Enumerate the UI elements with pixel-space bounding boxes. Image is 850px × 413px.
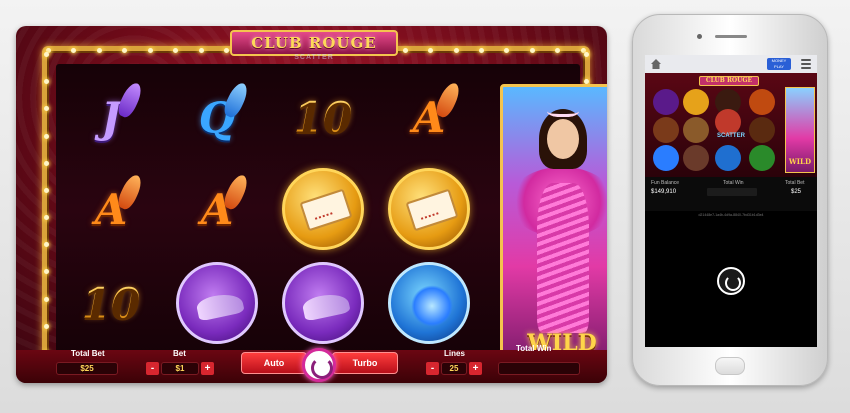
mobile-symbol — [653, 117, 679, 143]
auto-button[interactable]: Auto — [241, 352, 307, 374]
reel-area: J Q 10 A A A 10 WILD — [56, 64, 607, 366]
symbol-ticket-coin — [384, 164, 474, 254]
lines-increase-button[interactable]: + — [469, 362, 482, 375]
logo-subtitle: SCATTER — [294, 54, 334, 61]
symbol-shoe-disc — [278, 258, 368, 348]
turbo-button[interactable]: Turbo — [332, 352, 398, 374]
mobile-symbol — [749, 145, 775, 171]
shoe-icon — [301, 290, 351, 322]
symbol-ticket-coin — [278, 164, 368, 254]
mobile-phone-frame: MONEY PLAY CLUB ROUGE SCATTER WILD Fun B… — [632, 14, 828, 386]
mobile-symbol — [749, 117, 775, 143]
symbol-10: 10 — [66, 258, 156, 348]
mobile-symbol — [653, 89, 679, 115]
lines-value: 25 — [441, 362, 467, 375]
gold-coin — [282, 168, 364, 250]
showgirl-face — [547, 119, 579, 159]
symbol-label: J — [101, 92, 121, 142]
bet-value: $1 — [161, 362, 199, 375]
wild-symbol-column: WILD — [500, 84, 607, 366]
round-id: d21448e7-1a4b-4d9a-8840-7bd31b1d3e4 — [698, 213, 764, 217]
total-bet-label: Total Bet — [71, 349, 105, 358]
tiara-icon — [547, 103, 579, 117]
symbol-a: A — [66, 164, 156, 254]
symbol-j: J — [66, 72, 156, 162]
spin-button[interactable] — [302, 348, 336, 382]
symbol-feather-disc — [384, 258, 474, 348]
violet-disc — [282, 262, 364, 344]
menu-icon[interactable] — [801, 59, 811, 69]
symbol-10: 10 — [278, 72, 368, 162]
fun-balance-value: $149,910 — [651, 189, 677, 195]
mobile-symbol — [683, 89, 709, 115]
camera-icon — [697, 34, 702, 39]
total-win-label: Total Win — [516, 344, 552, 353]
mobile-total-bet-value: $25 — [791, 189, 802, 195]
mobile-total-win-field — [707, 188, 757, 196]
bet-increase-button[interactable]: + — [201, 362, 214, 375]
lines-label: Lines — [444, 349, 465, 358]
total-bet-value: $25 — [56, 362, 118, 375]
symbol-shoe-disc — [172, 258, 262, 348]
symbol-label: 10 — [81, 278, 141, 328]
game-logo: CLUB ROUGE — [230, 30, 398, 56]
gold-coin — [388, 168, 470, 250]
shoe-icon — [195, 290, 245, 322]
mobile-symbol — [749, 89, 775, 115]
mobile-wild-label: WILD — [788, 157, 812, 166]
mobile-stats-bar: Fun Balance $149,910 Total Win Total Bet… — [645, 177, 817, 211]
fun-balance-label: Fun Balance — [651, 180, 680, 186]
symbol-a: A — [384, 72, 474, 162]
ticket-icon — [299, 188, 353, 232]
showgirl-dress — [537, 183, 589, 333]
mobile-symbol — [653, 145, 679, 171]
mobile-symbol — [683, 117, 709, 143]
bet-decrease-button[interactable]: - — [146, 362, 159, 375]
mobile-screen: MONEY PLAY CLUB ROUGE SCATTER WILD Fun B… — [645, 55, 817, 347]
feather-fan-icon — [411, 285, 453, 327]
total-win-value — [498, 362, 580, 375]
ticket-icon — [405, 188, 459, 232]
bet-label: Bet — [173, 349, 186, 358]
lines-decrease-button[interactable]: - — [426, 362, 439, 375]
mobile-top-bar: MONEY PLAY — [645, 55, 817, 73]
cyan-disc — [388, 262, 470, 344]
mobile-symbol — [715, 109, 741, 135]
marquee-lights-left — [44, 52, 49, 356]
symbol-q: Q — [172, 72, 262, 162]
phone-home-button[interactable] — [715, 357, 745, 375]
mobile-spin-button[interactable] — [717, 267, 745, 295]
speaker-grille — [715, 35, 747, 38]
money-play-button[interactable]: MONEY PLAY — [767, 58, 791, 70]
mobile-scatter-label: SCATTER — [717, 133, 745, 139]
mobile-symbol — [715, 145, 741, 171]
symbol-label: 10 — [293, 92, 353, 142]
symbol-a: A — [172, 164, 262, 254]
mobile-game-area: CLUB ROUGE SCATTER WILD — [645, 73, 817, 177]
mobile-total-win-label: Total Win — [723, 180, 744, 186]
mobile-symbol — [683, 145, 709, 171]
mobile-logo: CLUB ROUGE — [699, 76, 759, 86]
home-icon[interactable] — [651, 59, 661, 69]
violet-disc — [176, 262, 258, 344]
desktop-game-window: J Q 10 A A A 10 WILD CLUB ROUGE SCATTER … — [16, 26, 607, 383]
mobile-total-bet-label: Total Bet — [785, 180, 805, 186]
